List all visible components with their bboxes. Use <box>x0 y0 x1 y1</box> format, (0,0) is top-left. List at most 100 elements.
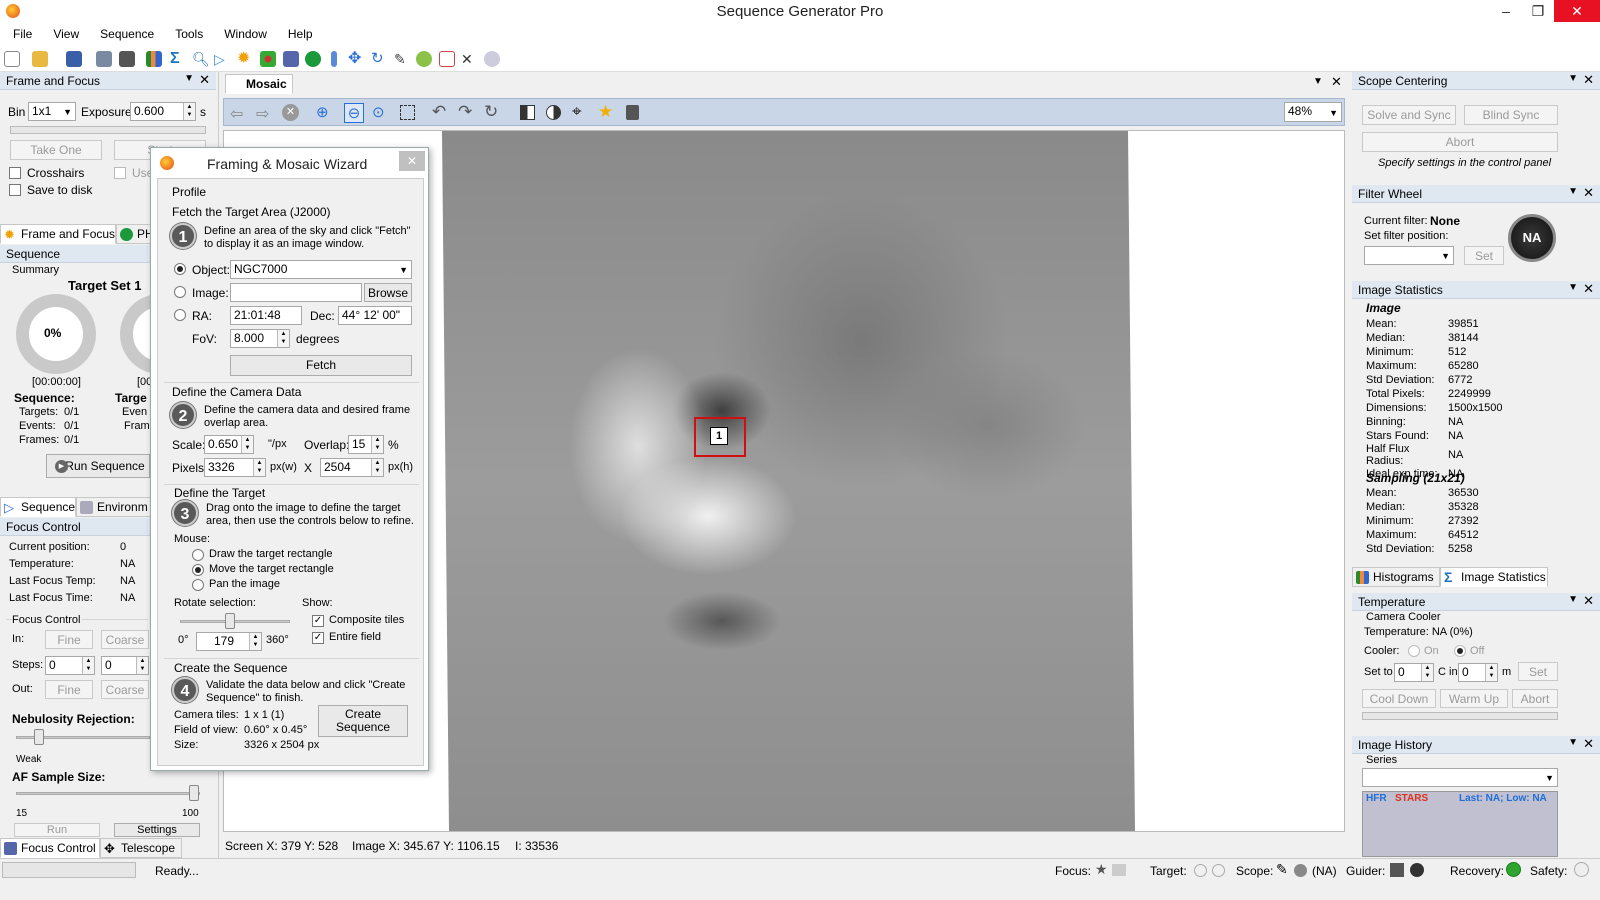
close-icon[interactable]: ✕ <box>1331 74 1342 90</box>
globe-icon[interactable] <box>305 51 321 67</box>
pixels-width-input[interactable]: 3326 ▲ ▼ <box>204 458 266 477</box>
stop-icon[interactable]: ✕ <box>282 104 299 121</box>
overlap-input[interactable]: 15 ▲ ▼ <box>348 435 384 454</box>
zoom-fit-icon[interactable]: ⊙ <box>372 103 385 121</box>
rotate-180-icon[interactable]: ↻ <box>484 102 498 122</box>
close-window-button[interactable]: ✕ <box>1554 0 1600 22</box>
maximize-button[interactable]: ❐ <box>1520 0 1556 22</box>
tab-histograms[interactable]: Histograms <box>1352 567 1440 587</box>
af-sample-slider-track[interactable] <box>16 792 200 795</box>
star-icon[interactable]: ★ <box>598 102 613 122</box>
stretch-icon[interactable] <box>520 105 535 120</box>
histogram-icon[interactable] <box>146 51 162 67</box>
spinner-icon[interactable]: ▲ ▼ <box>1421 664 1433 681</box>
chevron-down-icon[interactable]: ▼ <box>1568 282 1578 293</box>
focus-run-button[interactable]: Run <box>14 823 100 837</box>
spinner-icon[interactable]: ▲ ▼ <box>183 103 195 120</box>
move-icon[interactable]: ✥ <box>348 51 364 67</box>
scale-input[interactable]: 0.650 ▲ ▼ <box>204 435 254 454</box>
new-icon[interactable] <box>4 51 20 67</box>
back-icon[interactable]: ⇦ <box>230 104 243 124</box>
af-sample-slider-thumb[interactable] <box>189 785 199 801</box>
in-fine-button[interactable]: Fine <box>45 630 93 649</box>
sun-icon[interactable]: ✹ <box>237 51 253 67</box>
set-filter-button[interactable]: Set <box>1464 246 1504 265</box>
fetch-button[interactable]: Fetch <box>230 355 412 376</box>
clipboard-icon[interactable] <box>626 105 639 120</box>
crosshairs-checkbox[interactable] <box>9 167 21 179</box>
search-icon[interactable]: 🔍︎ <box>192 51 210 67</box>
close-icon[interactable]: ✕ <box>1583 593 1594 609</box>
dec-input[interactable]: 44° 12' 00" <box>338 306 412 325</box>
zoom-select[interactable]: 48% ▼ <box>1284 102 1342 122</box>
spinner-icon[interactable]: ▲ ▼ <box>241 436 253 453</box>
close-icon[interactable]: ✕ <box>199 72 210 88</box>
wizard-close-button[interactable]: ✕ <box>399 151 425 171</box>
tab-environment[interactable]: Environm <box>76 497 152 517</box>
sigma-icon[interactable]: Σ <box>170 51 186 67</box>
cloud-icon[interactable] <box>484 51 500 67</box>
out-coarse-button[interactable]: Coarse <box>101 680 149 699</box>
scope-abort-button[interactable]: Abort <box>1362 132 1558 152</box>
menu-window[interactable]: Window <box>211 24 275 41</box>
tab-telescope[interactable]: ✥ Telescope <box>100 838 182 858</box>
satellite-icon[interactable]: ✕ <box>461 51 477 67</box>
image-path-input[interactable] <box>230 283 362 302</box>
browse-button[interactable]: Browse <box>364 283 412 302</box>
rotate-slider-track[interactable] <box>180 620 290 623</box>
menu-tools[interactable]: Tools <box>162 24 211 41</box>
rotate-right-icon[interactable]: ↷ <box>458 102 472 122</box>
chevron-down-icon[interactable]: ▼ <box>1313 76 1323 87</box>
spinner-icon[interactable]: ▲ ▼ <box>249 633 261 650</box>
spinner-icon[interactable]: ▲ ▼ <box>253 459 265 476</box>
draw-rectangle-radio[interactable] <box>192 549 204 561</box>
pixels-height-input[interactable]: 2504 ▲ ▼ <box>320 458 384 477</box>
spinner-icon[interactable]: ▲ ▼ <box>371 459 383 476</box>
rotate-left-icon[interactable]: ↶ <box>432 102 446 122</box>
pan-image-radio[interactable] <box>192 579 204 591</box>
set-temperature-input[interactable]: 0 ▲ ▼ <box>1394 663 1434 682</box>
spinner-icon[interactable]: ▲ ▼ <box>1485 664 1497 681</box>
rotate-input[interactable]: 179 ▲ ▼ <box>196 632 262 651</box>
nebulosity-slider-thumb[interactable] <box>34 729 44 745</box>
menu-view[interactable]: View <box>40 24 87 41</box>
menu-file[interactable]: File <box>0 24 40 41</box>
tab-phd[interactable]: PH <box>116 224 152 244</box>
use-checkbox[interactable] <box>114 167 126 179</box>
spinner-icon[interactable]: ▲ ▼ <box>277 330 289 347</box>
cool-minutes-input[interactable]: 0 ▲ ▼ <box>1458 663 1498 682</box>
warm-up-button[interactable]: Warm Up <box>1440 689 1508 708</box>
set-temperature-button[interactable]: Set <box>1518 662 1558 681</box>
move-rectangle-radio[interactable] <box>192 564 204 576</box>
thermometer-icon[interactable] <box>331 51 337 67</box>
zoom-out-icon[interactable]: ⊖ <box>344 103 364 123</box>
open-icon[interactable] <box>32 51 48 67</box>
chevron-down-icon[interactable]: ▼ <box>184 73 194 84</box>
save-icon[interactable] <box>66 51 82 67</box>
cluster-icon[interactable] <box>260 51 276 67</box>
tab-image-statistics[interactable]: Σ Image Statistics <box>1440 567 1548 587</box>
solve-sync-button[interactable]: Solve and Sync <box>1362 105 1456 125</box>
chevron-down-icon[interactable]: ▼ <box>1568 73 1578 84</box>
bin-select[interactable]: 1x1 ▼ <box>28 102 76 121</box>
object-radio[interactable] <box>174 263 186 275</box>
contrast-icon[interactable] <box>546 105 561 120</box>
spinner-icon[interactable]: ▲ ▼ <box>82 657 94 674</box>
crosshair-icon[interactable]: ⌖ <box>572 102 582 122</box>
close-icon[interactable]: ✕ <box>1583 72 1594 88</box>
camera-settings-icon[interactable] <box>96 51 112 67</box>
close-icon[interactable]: ✕ <box>1583 736 1594 752</box>
composite-tiles-checkbox[interactable]: ✓ <box>312 615 324 627</box>
menu-sequence[interactable]: Sequence <box>87 24 162 41</box>
steps-fine-input[interactable]: 0 ▲ ▼ <box>45 656 95 675</box>
pencil-icon[interactable]: ✎ <box>394 51 410 67</box>
ra-dec-radio[interactable] <box>174 309 186 321</box>
rotate-icon[interactable]: ↻ <box>371 51 387 67</box>
image-radio[interactable] <box>174 286 186 298</box>
chevron-down-icon[interactable]: ▼ <box>1568 737 1578 748</box>
tab-focus-control[interactable]: Focus Control <box>0 838 100 858</box>
out-fine-button[interactable]: Fine <box>45 680 93 699</box>
filter-position-select[interactable]: ▼ <box>1364 246 1454 265</box>
object-select[interactable]: NGC7000 ▼ <box>230 260 412 279</box>
blind-sync-button[interactable]: Blind Sync <box>1464 105 1558 125</box>
